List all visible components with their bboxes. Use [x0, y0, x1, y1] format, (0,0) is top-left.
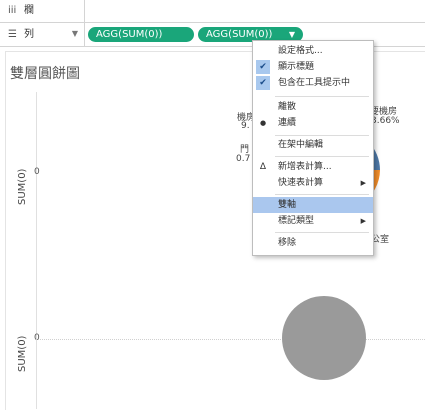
axis-label-bottom: SUM(0) — [17, 335, 28, 372]
columns-icon: iii — [8, 5, 17, 16]
rows-icon: ☰ — [8, 28, 17, 40]
menu-item-edit-in-shelf-label: 在架中編輯 — [278, 140, 324, 150]
menu-separator — [275, 232, 369, 233]
menu-item-remove[interactable]: 移除 — [253, 235, 373, 251]
bullet-icon: ● — [259, 119, 267, 127]
menu-item-discrete-label: 離散 — [278, 102, 297, 112]
menu-item-include-in-tooltip[interactable]: ✔ 包含在工具提示中 — [253, 75, 373, 91]
menu-item-continuous-label: 連續 — [278, 118, 297, 128]
columns-shelf[interactable]: iii 欄 — [0, 0, 425, 23]
rows-shelf-label: ☰ 列 ▼ — [0, 23, 85, 46]
pie-label-left-4: 0.7 — [236, 154, 251, 164]
axis-divider — [36, 92, 37, 409]
menu-item-dual-axis-label: 雙軸 — [278, 200, 297, 210]
rows-pill-1[interactable]: AGG(SUM(0)) — [88, 27, 194, 42]
menu-item-format[interactable]: 設定格式... — [253, 43, 373, 59]
zero-gridline-bottom — [36, 339, 425, 340]
menu-item-mark-type[interactable]: 標記類型 ▶ — [253, 213, 373, 229]
menu-separator — [275, 194, 369, 195]
delta-icon: Δ — [259, 162, 267, 172]
menu-item-format-label: 設定格式... — [278, 46, 323, 56]
pie-label-left-2: 9. — [241, 121, 250, 131]
submenu-arrow-icon: ▶ — [360, 217, 366, 225]
menu-item-remove-label: 移除 — [278, 238, 297, 248]
menu-item-add-table-calc[interactable]: Δ 新增表計算... — [253, 159, 373, 175]
axis-zero-top: 0 — [34, 167, 40, 177]
columns-shelf-label: iii 欄 — [0, 0, 85, 22]
check-icon: ✔ — [256, 60, 270, 74]
pie-label-right-2: 3.66% — [371, 116, 400, 126]
menu-item-add-table-calc-label: 新增表計算... — [278, 162, 332, 172]
context-menu: 設定格式... ✔ 顯示標題 ✔ 包含在工具提示中 離散 ● 連續 在架中編輯 … — [252, 40, 374, 256]
columns-label: 欄 — [24, 5, 34, 16]
submenu-arrow-icon: ▶ — [360, 179, 366, 187]
menu-item-discrete[interactable]: 離散 — [253, 99, 373, 115]
menu-item-show-header-label: 顯示標題 — [278, 62, 315, 72]
axis-zero-bottom: 0 — [34, 333, 40, 343]
axis-label-top: SUM(0) — [17, 168, 28, 205]
menu-separator — [275, 96, 369, 97]
rows-pill-1-label: AGG(SUM(0)) — [96, 29, 163, 40]
rows-pill-2-label: AGG(SUM(0)) — [206, 29, 273, 40]
menu-separator — [275, 135, 369, 136]
menu-item-quick-table-calc[interactable]: 快速表計算 ▶ — [253, 175, 373, 191]
pie-chart-bottom[interactable] — [282, 296, 366, 380]
menu-item-quick-table-calc-label: 快速表計算 — [278, 178, 324, 188]
menu-item-continuous[interactable]: ● 連續 — [253, 115, 373, 131]
menu-separator — [275, 156, 369, 157]
menu-item-dual-axis[interactable]: 雙軸 — [253, 197, 373, 213]
menu-item-show-header[interactable]: ✔ 顯示標題 — [253, 59, 373, 75]
rows-label: 列 — [24, 28, 34, 40]
menu-item-edit-in-shelf[interactable]: 在架中編輯 — [253, 137, 373, 153]
worksheet-title: 雙層圓餅圖 — [10, 66, 80, 82]
menu-item-include-in-tooltip-label: 包含在工具提示中 — [278, 78, 351, 88]
menu-item-mark-type-label: 標記類型 — [278, 216, 315, 226]
rows-dropdown-icon[interactable]: ▼ — [72, 23, 78, 45]
check-icon: ✔ — [256, 76, 270, 90]
